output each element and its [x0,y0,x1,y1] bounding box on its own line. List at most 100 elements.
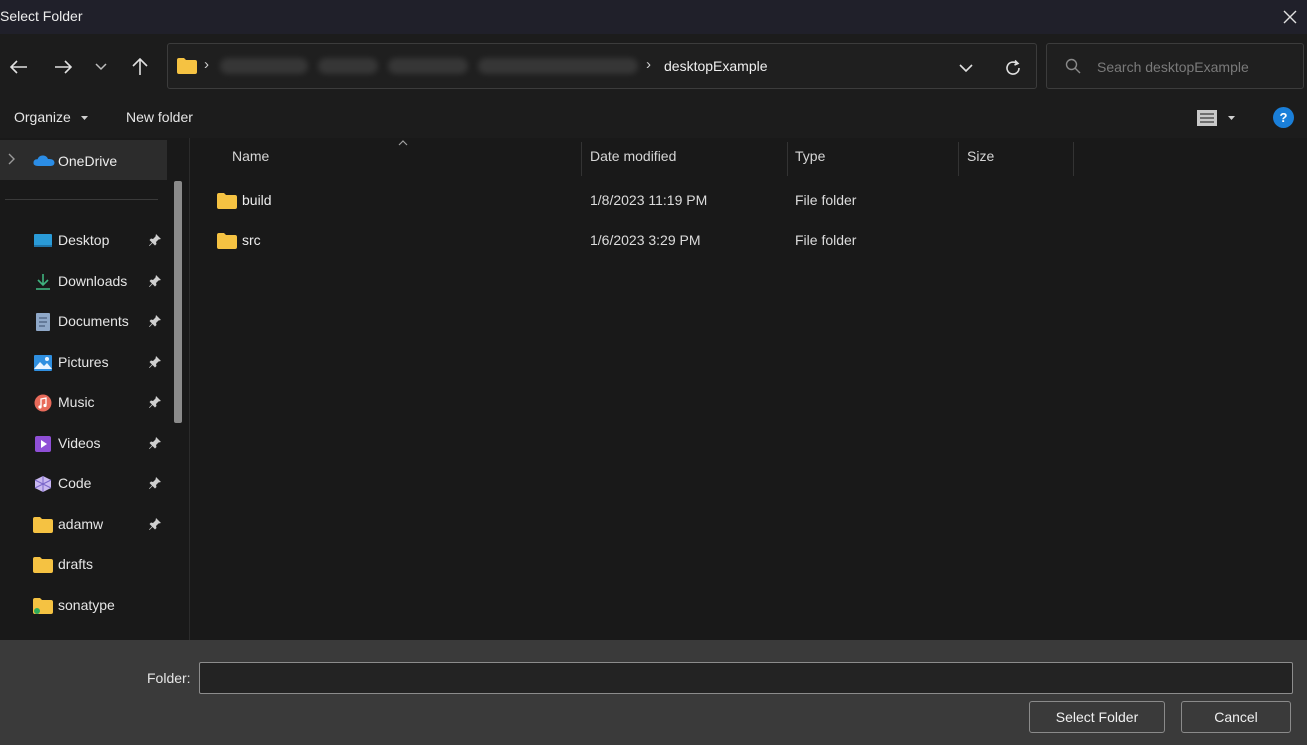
sidebar-item-label: OneDrive [58,153,118,169]
column-header-name[interactable]: Name [232,148,269,164]
code-icon [34,476,52,492]
music-icon [34,394,52,412]
cancel-button[interactable]: Cancel [1181,701,1291,733]
sidebar-item-onedrive[interactable]: OneDrive [0,140,167,180]
sidebar-item-desktop[interactable]: Desktop [28,223,168,259]
file-name: src [242,232,261,248]
sidebar-item-label: Documents [58,313,129,329]
sidebar-item-label: Downloads [58,273,128,289]
command-bar: Organize New folder ? [0,98,1307,138]
pin-icon [149,518,161,530]
folder-icon [217,193,237,209]
sidebar-item-label: adamw [58,516,104,532]
new-folder-button[interactable]: New folder [126,109,193,125]
scrollbar-thumb[interactable] [174,181,182,423]
select-folder-button[interactable]: Select Folder [1029,701,1165,733]
chevron-right-icon[interactable] [8,153,16,165]
column-divider[interactable] [958,142,959,176]
file-row[interactable]: build 1/8/2023 11:19 PM File folder [213,182,1073,218]
breadcrumb-separator-icon: › [204,56,209,73]
breadcrumb-current[interactable]: desktopExample [664,58,768,74]
arrow-right-icon [55,60,72,74]
breadcrumb-redacted [220,58,308,74]
folder-icon [33,517,53,533]
arrow-up-icon [132,58,148,75]
sidebar-item-label: Desktop [58,232,110,248]
folder-icon [33,598,53,614]
breadcrumb-redacted [478,58,638,74]
caret-down-icon [1228,116,1235,120]
recent-locations-button[interactable] [86,52,116,82]
help-button[interactable]: ? [1273,107,1294,128]
column-header-size[interactable]: Size [967,148,994,164]
address-bar[interactable]: › › desktopExample [167,43,1037,89]
column-divider[interactable] [1073,142,1074,176]
sidebar-divider [5,199,158,200]
details-view-icon [1197,110,1217,126]
sidebar-item-label: Pictures [58,354,109,370]
sidebar-item-label: Music [58,394,95,410]
sidebar-item-videos[interactable]: Videos [28,426,168,462]
breadcrumb-separator-icon: › [646,56,651,73]
forward-button[interactable] [48,52,78,82]
close-icon [1283,10,1297,24]
sidebar-item-label: drafts [58,556,94,572]
column-header-date[interactable]: Date modified [590,148,676,164]
chevron-down-icon [95,63,107,71]
address-history-button[interactable] [954,56,978,80]
sidebar-item-code[interactable]: Code [28,466,168,502]
sidebar-item-label: sonatype [58,597,115,613]
up-button[interactable] [125,52,155,82]
chevron-down-icon [959,63,973,72]
navigation-bar: › › desktopExample [0,34,1307,98]
sidebar-item-drafts[interactable]: drafts [28,547,168,583]
sidebar-item-label: Code [58,475,92,491]
desktop-icon [34,234,52,247]
view-options-button[interactable] [1196,106,1246,130]
videos-icon [35,436,51,452]
sidebar-item-downloads[interactable]: Downloads [28,264,168,300]
refresh-icon [1006,59,1020,75]
arrow-left-icon [10,60,27,74]
folder-icon [33,557,53,573]
sidebar-item-music[interactable]: Music [28,385,168,421]
sidebar-item-pictures[interactable]: Pictures [28,345,168,381]
file-date: 1/8/2023 11:19 PM [590,192,708,208]
organize-button[interactable]: Organize [14,109,88,125]
pin-icon [149,396,161,408]
new-folder-label: New folder [126,109,193,125]
sidebar-item-documents[interactable]: Documents [28,304,168,340]
column-divider[interactable] [787,142,788,176]
organize-label: Organize [14,109,71,125]
file-date: 1/6/2023 3:29 PM [590,232,701,248]
folder-icon [177,58,197,77]
cancel-label: Cancel [1214,709,1258,725]
sidebar-item-label: Videos [58,435,101,451]
back-button[interactable] [4,52,34,82]
file-row[interactable]: src 1/6/2023 3:29 PM File folder [213,222,1073,258]
refresh-button[interactable] [1000,55,1026,81]
sidebar-item-adamw[interactable]: adamw [28,507,168,543]
column-header-type[interactable]: Type [795,148,825,164]
close-button[interactable] [1273,0,1307,34]
breadcrumb-redacted [388,58,468,74]
folder-name-input[interactable] [199,662,1293,694]
downloads-icon [36,274,50,290]
sidebar-item-sonatype[interactable]: sonatype [28,588,168,624]
window-title: Select Folder [0,8,83,24]
pin-icon [149,356,161,368]
dialog-footer: Folder: Select Folder Cancel [0,640,1307,745]
documents-icon [36,313,50,331]
search-box[interactable] [1046,43,1304,89]
onedrive-icon [33,155,55,166]
sort-ascending-icon [398,140,408,146]
sidebar-scrollbar[interactable] [173,181,183,423]
help-icon: ? [1279,110,1288,125]
pin-icon [149,234,161,246]
title-bar: Select Folder [0,0,1307,34]
pin-icon [149,437,161,449]
file-type: File folder [795,192,857,208]
column-divider[interactable] [581,142,582,176]
search-icon [1065,58,1081,77]
search-input[interactable] [1097,56,1297,78]
